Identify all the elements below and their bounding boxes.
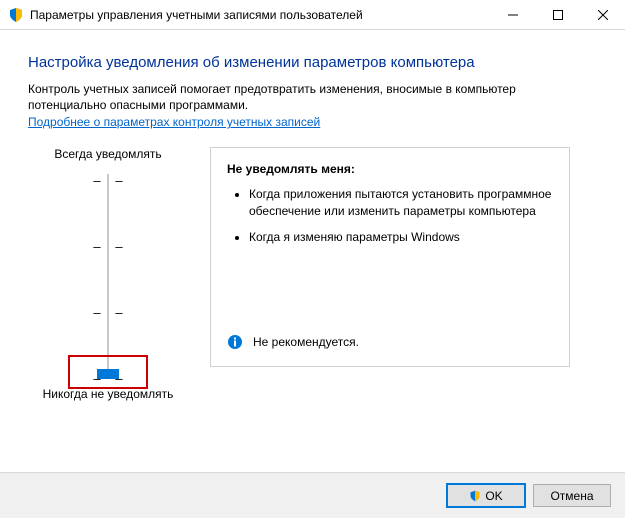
slider-column: Всегда уведомлять –– –– –– –– Никогда не… [28,147,188,401]
recommendation-text: Не рекомендуется. [253,335,359,349]
slider-bottom-label: Никогда не уведомлять [28,387,188,401]
ok-button-label: OK [485,489,502,503]
close-button[interactable] [580,0,625,30]
shield-icon [8,7,24,23]
learn-more-link[interactable]: Подробнее о параметрах контроля учетных … [28,115,320,129]
slider-area: Всегда уведомлять –– –– –– –– Никогда не… [28,147,597,401]
cancel-button-label: Отмена [550,489,593,503]
info-panel-title: Не уведомлять меня: [227,162,553,176]
cancel-button[interactable]: Отмена [533,484,611,507]
info-panel-list: Когда приложения пытаются установить про… [231,186,553,255]
page-description: Контроль учетных записей помогает предот… [28,81,597,113]
slider-top-label: Всегда уведомлять [28,147,188,161]
button-bar: OK Отмена [0,472,625,518]
slider-track[interactable]: –– –– –– –– [28,169,188,379]
window-title: Параметры управления учетными записями п… [30,8,490,22]
list-item: Когда приложения пытаются установить про… [249,186,553,218]
content-area: Настройка уведомления об изменении парам… [0,30,625,401]
info-icon [227,334,243,350]
maximize-button[interactable] [535,0,580,30]
page-heading: Настройка уведомления об изменении парам… [28,54,597,71]
shield-icon [469,490,481,502]
recommendation-row: Не рекомендуется. [227,322,553,350]
info-panel: Не уведомлять меня: Когда приложения пыт… [210,147,570,367]
ok-button[interactable]: OK [447,484,525,507]
window-titlebar: Параметры управления учетными записями п… [0,0,625,30]
list-item: Когда я изменяю параметры Windows [249,229,553,245]
minimize-button[interactable] [490,0,535,30]
slider-thumb[interactable] [97,369,119,379]
